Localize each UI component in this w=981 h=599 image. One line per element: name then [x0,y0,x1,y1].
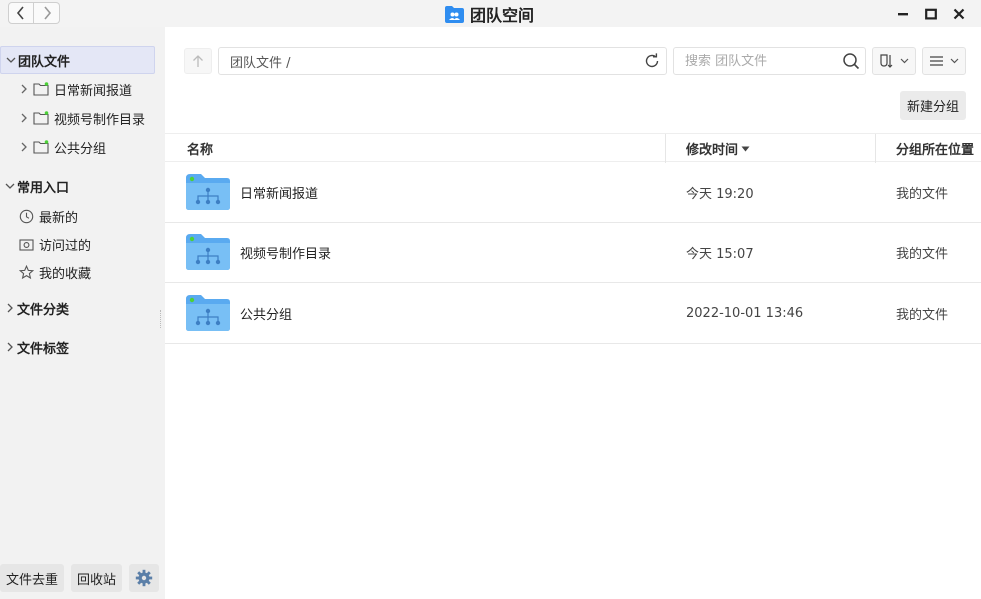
sidebar-section-label: 文件标签 [17,341,70,357]
new-group-button[interactable]: 新建分组 [900,91,967,120]
chevron-down-icon [4,56,18,64]
sidebar-item-recent[interactable]: 最新的 [0,202,155,230]
column-header-modified-label: 修改时间 [686,143,739,158]
refresh-button[interactable] [643,52,661,74]
recycle-bin-button[interactable]: 回收站 [71,564,123,592]
chevron-right-icon [3,342,17,352]
minimize-icon [898,13,908,16]
sidebar-section-team-files[interactable]: 团队文件 [0,46,155,74]
chevron-right-icon [17,113,31,123]
sidebar-section-categories[interactable]: 文件分类 [0,294,155,322]
list-view-icon [930,56,943,66]
sidebar-item-label: 最新的 [39,210,79,226]
team-folder-icon [33,111,49,125]
column-header-name[interactable]: 名称 [187,134,213,163]
chevron-left-icon [16,6,24,20]
forward-button[interactable] [34,2,60,24]
chevron-right-icon [17,142,31,152]
row-location: 我的文件 [896,307,949,323]
window-title-text: 团队空间 [470,6,535,25]
table-row[interactable]: 视频号制作目录 今天 15:07 我的文件 [165,222,981,283]
row-location: 我的文件 [896,186,949,202]
team-folder-icon [33,82,49,96]
maximize-button[interactable] [917,4,945,24]
column-divider[interactable] [665,134,666,163]
minimize-button[interactable] [889,4,917,24]
chevron-down-icon [3,182,17,190]
maximize-icon [925,8,937,20]
sidebar: 团队文件 日常新闻报道 视频号制作目录 公共分组 常用入口 最新的 访问过的 我… [0,27,165,599]
chevron-right-icon [17,84,31,94]
team-folder-icon [186,295,230,331]
sidebar-section-tags[interactable]: 文件标签 [0,333,155,361]
sidebar-item-label: 视频号制作目录 [54,112,146,128]
sidebar-item-label: 日常新闻报道 [54,83,133,99]
sidebar-item-video-catalog[interactable]: 视频号制作目录 [0,104,155,132]
title-bar: 团队空间 [0,0,981,27]
chevron-right-icon [3,303,17,313]
row-name: 公共分组 [240,307,293,323]
sidebar-item-label: 访问过的 [39,238,92,254]
clock-icon [19,209,34,224]
window-title: 团队空间 [444,2,534,26]
sidebar-item-label: 我的收藏 [39,266,92,282]
chevron-right-icon [43,6,51,20]
window-controls [889,4,973,24]
search-icon [843,53,860,70]
chevron-down-icon [900,58,909,64]
team-space-app-icon [445,5,464,23]
sidebar-section-label: 文件分类 [17,302,70,318]
sidebar-item-public-group[interactable]: 公共分组 [0,133,155,161]
sidebar-section-common[interactable]: 常用入口 [0,172,155,200]
up-level-button[interactable] [184,48,212,74]
dedupe-button[interactable]: 文件去重 [0,564,65,592]
team-folder-icon [33,140,49,154]
chevron-down-icon [950,58,959,64]
sidebar-item-visited[interactable]: 访问过的 [0,230,155,258]
table-row[interactable]: 公共分组 2022-10-01 13:46 我的文件 [165,283,981,344]
table-header: 名称 修改时间 分组所在位置 [165,133,981,163]
team-folder-icon [186,234,230,270]
settings-button[interactable] [129,564,160,592]
sidebar-section-label: 常用入口 [17,180,70,196]
row-modified: 今天 15:07 [686,246,754,262]
close-button[interactable] [945,4,973,24]
nav-buttons [8,2,60,24]
sidebar-item-favorites[interactable]: 我的收藏 [0,258,155,286]
path-bar[interactable]: 团队文件 / [218,47,667,75]
row-modified: 2022-10-01 13:46 [686,305,804,321]
sidebar-item-label: 公共分组 [54,141,107,157]
path-text: 团队文件 / [230,55,291,71]
star-icon [19,264,34,280]
team-folder-icon [186,174,230,210]
refresh-icon [645,53,659,68]
sidebar-section-label: 团队文件 [18,54,71,70]
search-button[interactable] [842,52,860,74]
main-panel: 团队文件 / 新建分组 名称 修改时间 分组所在位置 [165,27,981,599]
column-divider[interactable] [875,134,876,163]
sidebar-resize-handle[interactable] [160,310,162,328]
sort-button[interactable] [872,47,916,75]
row-modified: 今天 19:20 [686,186,754,202]
sidebar-bottom-actions: 文件去重 回收站 [0,564,160,592]
table-row[interactable]: 日常新闻报道 今天 19:20 我的文件 [165,162,981,223]
arrow-up-icon [193,55,203,67]
gear-icon [135,569,153,587]
row-location: 我的文件 [896,246,949,262]
sidebar-item-daily-news[interactable]: 日常新闻报道 [0,75,155,103]
row-name: 视频号制作目录 [240,246,332,262]
eye-icon [19,238,34,251]
view-mode-button[interactable] [922,47,966,75]
search-input[interactable] [685,53,835,69]
column-header-location[interactable]: 分组所在位置 [896,134,974,163]
column-header-modified[interactable]: 修改时间 [686,134,750,163]
row-name: 日常新闻报道 [240,186,319,202]
close-icon [953,8,965,20]
sort-desc-icon [741,146,750,151]
sort-icon [880,54,893,68]
back-button[interactable] [8,2,34,24]
search-box [673,47,866,75]
